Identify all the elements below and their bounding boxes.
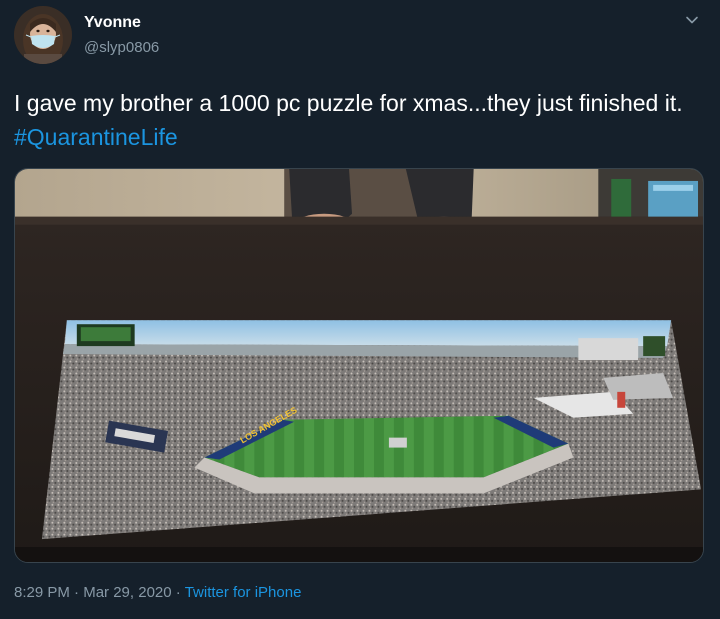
display-name[interactable]: Yvonne: [84, 14, 141, 32]
tweet-text: I gave my brother a 1000 pc puzzle for x…: [14, 86, 704, 154]
meta-separator: ·: [74, 584, 80, 601]
tweet-source-link[interactable]: Twitter for iPhone: [185, 584, 302, 601]
tweet-photo[interactable]: LOS ANGELES: [14, 168, 704, 563]
tweet-time[interactable]: 8:29 PM: [14, 584, 70, 601]
puzzle-photo: LOS ANGELES: [15, 169, 703, 562]
hashtag-link[interactable]: #QuarantineLife: [14, 124, 178, 150]
tweet-meta: 8:29 PM · Mar 29, 2020 · Twitter for iPh…: [14, 584, 301, 601]
meta-separator-2: ·: [175, 584, 181, 601]
tweet-date[interactable]: Mar 29, 2020: [83, 584, 171, 601]
avatar[interactable]: [14, 6, 72, 64]
avatar-image: [14, 6, 72, 64]
user-handle[interactable]: @slyp0806: [84, 39, 159, 56]
chevron-down-icon[interactable]: [684, 12, 700, 28]
tweet-body: I gave my brother a 1000 pc puzzle for x…: [14, 90, 683, 116]
